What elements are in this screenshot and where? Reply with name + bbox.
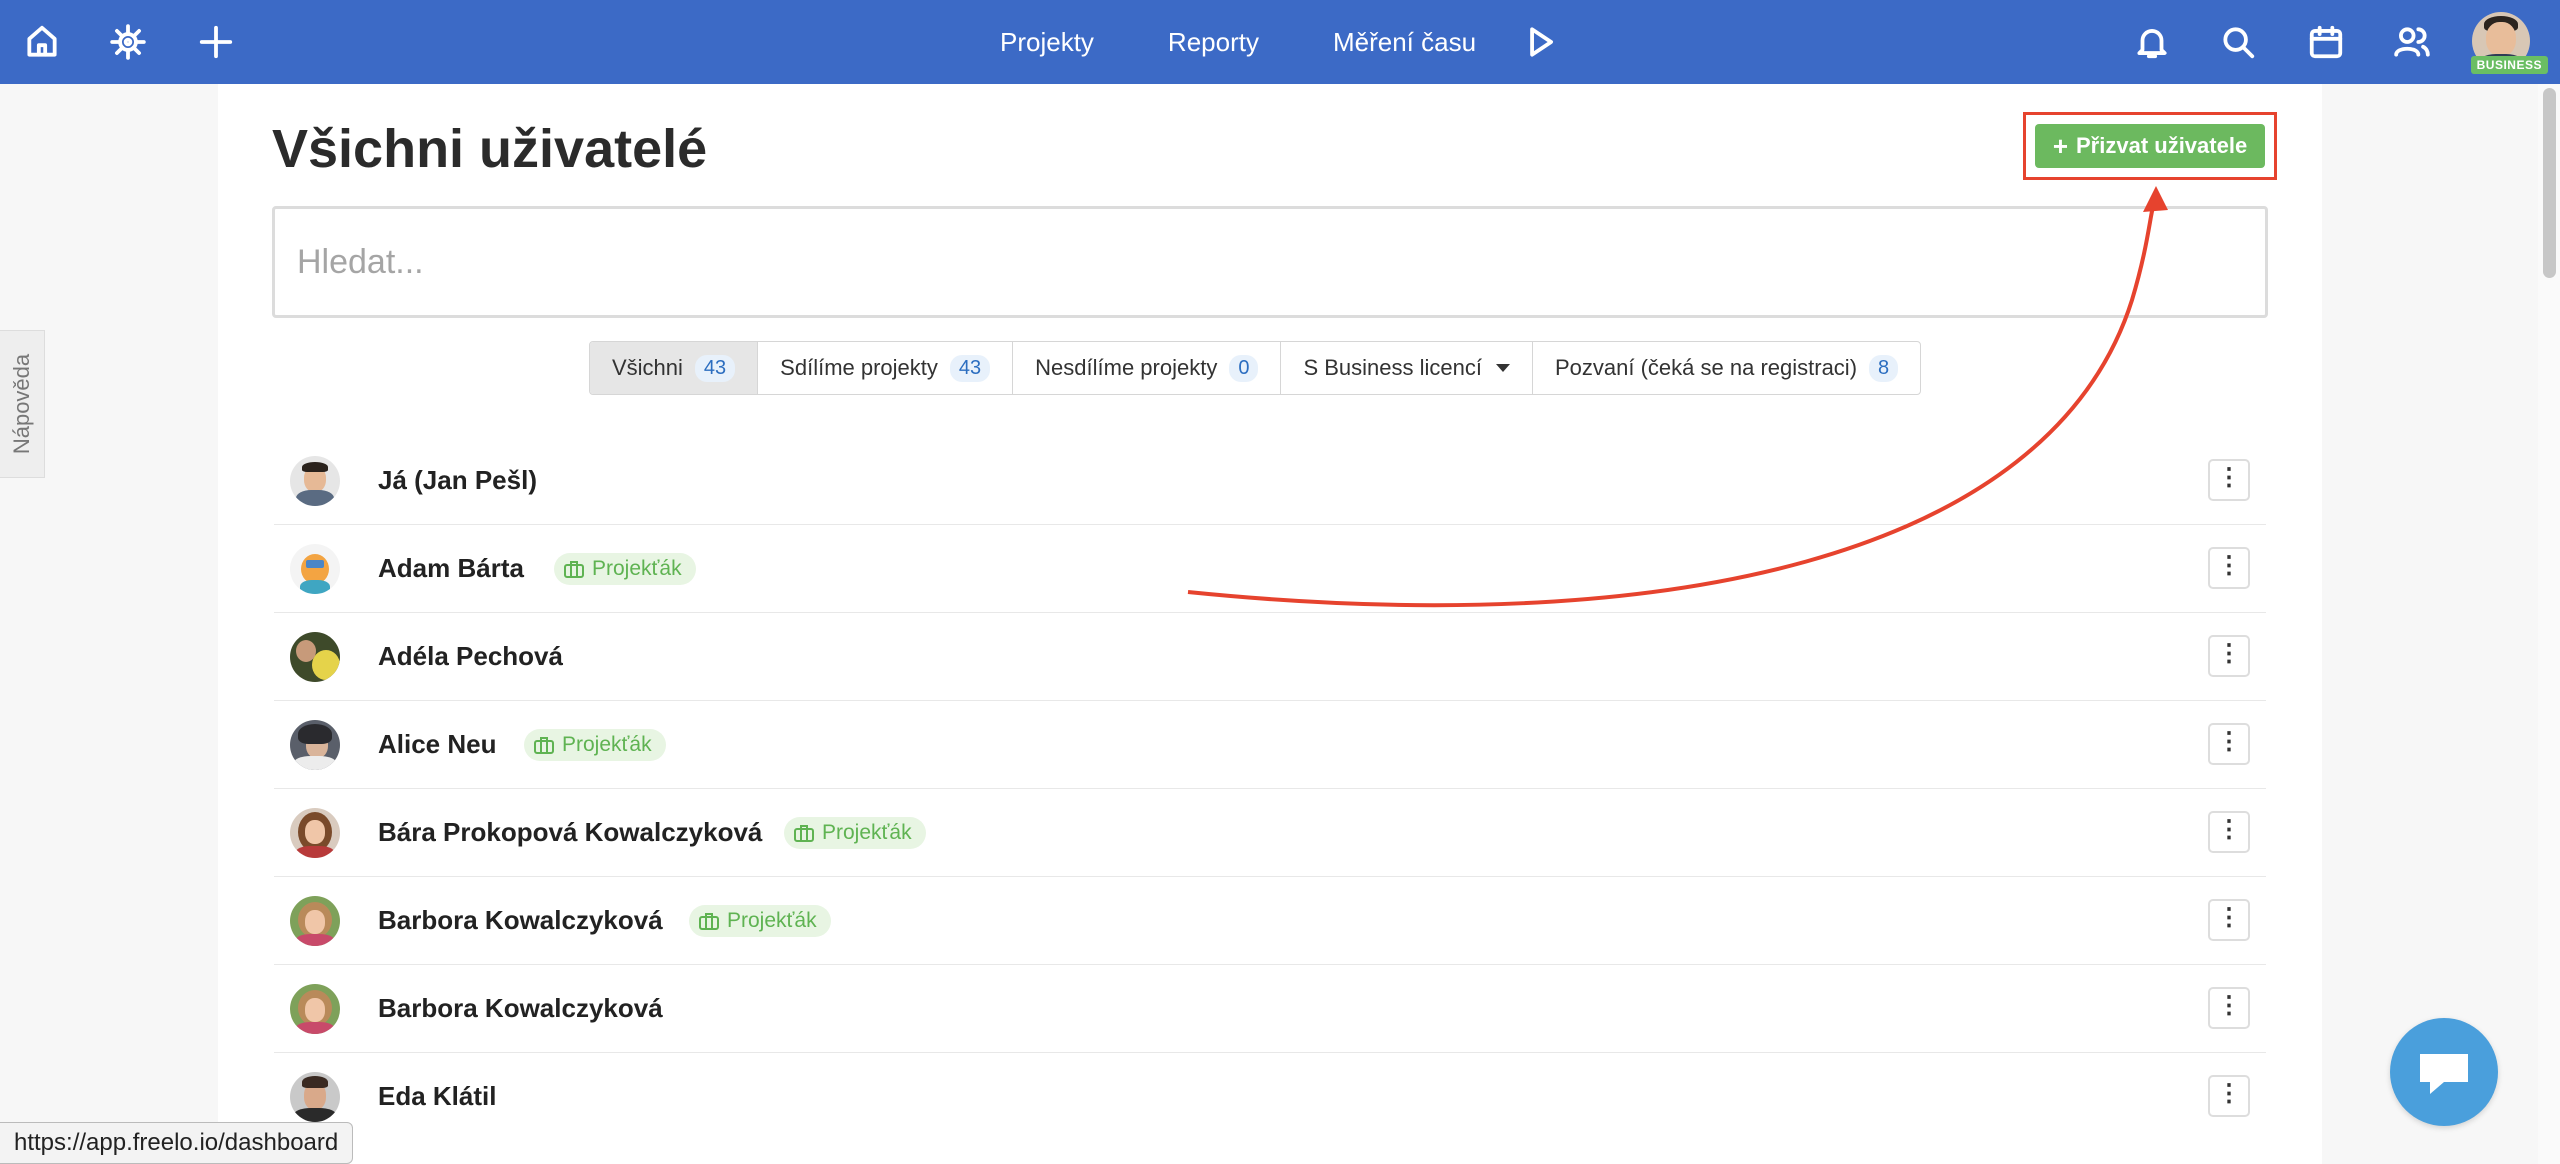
tag-label: Projekťák xyxy=(727,908,817,932)
user-name: Barbora Kowalczyková xyxy=(378,993,663,1023)
nav-projects[interactable]: Projekty xyxy=(1000,27,1094,58)
project-manager-tag: Projekťák xyxy=(689,904,831,937)
tag-label: Projekťák xyxy=(562,732,652,756)
user-name: Adam Bárta xyxy=(378,553,524,583)
filter-count: 8 xyxy=(1869,354,1899,382)
user-row[interactable]: Adéla Pechová ⋮ xyxy=(274,613,2266,701)
briefcase-icon xyxy=(564,560,584,578)
avatar xyxy=(290,1072,340,1122)
avatar xyxy=(290,896,340,946)
more-options-button[interactable]: ⋮ xyxy=(2208,723,2250,765)
kebab-icon: ⋮ xyxy=(2217,728,2241,755)
filter-business-license-dropdown[interactable]: S Business licencí xyxy=(1281,342,1533,394)
filter-not-shared-projects[interactable]: Nesdílíme projekty 0 xyxy=(1013,342,1282,394)
user-name: Barbora Kowalczyková xyxy=(378,905,663,935)
caret-down-icon xyxy=(1496,364,1510,372)
briefcase-icon xyxy=(534,736,554,754)
user-row[interactable]: Alice Neu Projekťák ⋮ xyxy=(274,701,2266,789)
search-input[interactable] xyxy=(272,206,2268,318)
help-tab[interactable]: Nápověda xyxy=(0,330,45,478)
kebab-icon: ⋮ xyxy=(2217,1080,2241,1107)
user-name: Eda Klátil xyxy=(378,1081,497,1111)
more-options-button[interactable]: ⋮ xyxy=(2208,1075,2250,1117)
filter-label: Sdílíme projekty xyxy=(780,355,938,380)
play-icon[interactable] xyxy=(1516,18,1564,66)
project-manager-tag: Projekťák xyxy=(524,728,666,761)
user-row[interactable]: Eda Klátil ⋮ xyxy=(274,1053,2266,1140)
more-options-button[interactable]: ⋮ xyxy=(2208,987,2250,1029)
more-options-button[interactable]: ⋮ xyxy=(2208,459,2250,501)
kebab-icon: ⋮ xyxy=(2217,552,2241,579)
project-manager-tag: Projekťák xyxy=(784,816,926,849)
filter-count: 43 xyxy=(694,354,736,382)
filter-label: Všichni xyxy=(612,355,683,380)
main-nav: Projekty Reporty Měření času xyxy=(1000,0,1564,84)
more-options-button[interactable]: ⋮ xyxy=(2208,899,2250,941)
tag-label: Projekťák xyxy=(822,820,912,844)
kebab-icon: ⋮ xyxy=(2217,464,2241,491)
user-name: Bára Prokopová Kowalczyková xyxy=(378,817,763,847)
user-row[interactable]: Barbora Kowalczyková Projekťák ⋮ xyxy=(274,877,2266,965)
user-name: Já (Jan Pešl) xyxy=(378,465,537,495)
user-row[interactable]: Bára Prokopová Kowalczyková Projekťák ⋮ xyxy=(274,789,2266,877)
briefcase-icon xyxy=(699,912,719,930)
user-row[interactable]: Já (Jan Pešl) ⋮ xyxy=(274,437,2266,525)
search-icon[interactable] xyxy=(2214,18,2262,66)
avatar xyxy=(290,544,340,594)
filter-count: 0 xyxy=(1229,354,1259,382)
avatar xyxy=(290,984,340,1034)
kebab-icon: ⋮ xyxy=(2217,816,2241,843)
kebab-icon: ⋮ xyxy=(2217,904,2241,931)
filter-count: 43 xyxy=(949,354,991,382)
status-bar-url: https://app.freelo.io/dashboard xyxy=(0,1122,354,1164)
more-options-button[interactable]: ⋮ xyxy=(2208,811,2250,853)
filter-group: Všichni 43 Sdílíme projekty 43 Nesdílíme… xyxy=(589,341,1922,395)
filter-shared-projects[interactable]: Sdílíme projekty 43 xyxy=(758,342,1014,394)
more-options-button[interactable]: ⋮ xyxy=(2208,547,2250,589)
filter-all[interactable]: Všichni 43 xyxy=(590,342,759,394)
users-icon[interactable] xyxy=(2388,18,2436,66)
chat-icon xyxy=(2420,1054,2468,1094)
filter-label: Nesdílíme projekty xyxy=(1035,355,1218,380)
scrollbar-thumb[interactable] xyxy=(2543,88,2556,278)
user-name: Adéla Pechová xyxy=(378,641,563,671)
user-list: Já (Jan Pešl) ⋮ Adam Bárta Projekťák ⋮ A… xyxy=(274,437,2266,1140)
project-manager-tag: Projekťák xyxy=(554,552,696,585)
chat-button[interactable] xyxy=(2390,1018,2498,1126)
avatar xyxy=(290,456,340,506)
more-options-button[interactable]: ⋮ xyxy=(2208,635,2250,677)
user-row[interactable]: Barbora Kowalczyková ⋮ xyxy=(274,965,2266,1053)
nav-reports[interactable]: Reporty xyxy=(1168,27,1259,58)
bell-icon[interactable] xyxy=(2128,18,2176,66)
kebab-icon: ⋮ xyxy=(2217,992,2241,1019)
top-navigation-bar: Projekty Reporty Měření času BUSINESS xyxy=(0,0,2560,84)
invite-user-label: Přizvat uživatele xyxy=(2076,133,2248,158)
invite-user-button[interactable]: + Přizvat uživatele xyxy=(2035,124,2265,168)
briefcase-icon xyxy=(794,824,814,842)
add-icon[interactable] xyxy=(192,18,240,66)
help-tab-label: Nápověda xyxy=(9,353,34,455)
filter-label: Pozvaní (čeká se na registraci) xyxy=(1555,355,1858,380)
home-icon[interactable] xyxy=(18,18,66,66)
calendar-icon[interactable] xyxy=(2302,18,2350,66)
filter-label: S Business licencí xyxy=(1303,355,1482,380)
user-name: Alice Neu xyxy=(378,729,497,759)
filter-invited[interactable]: Pozvaní (čeká se na registraci) 8 xyxy=(1533,342,1920,394)
page-title: Všichni uživatelé xyxy=(272,119,708,179)
nav-time-tracking[interactable]: Měření času xyxy=(1333,27,1476,58)
user-row[interactable]: Adam Bárta Projekťák ⋮ xyxy=(274,525,2266,613)
avatar xyxy=(290,720,340,770)
kebab-icon: ⋮ xyxy=(2217,640,2241,667)
tag-label: Projekťák xyxy=(592,556,682,580)
avatar xyxy=(290,808,340,858)
plus-icon: + xyxy=(2052,130,2068,161)
business-badge: BUSINESS xyxy=(2470,56,2548,74)
helm-icon[interactable] xyxy=(104,18,152,66)
avatar xyxy=(290,632,340,682)
